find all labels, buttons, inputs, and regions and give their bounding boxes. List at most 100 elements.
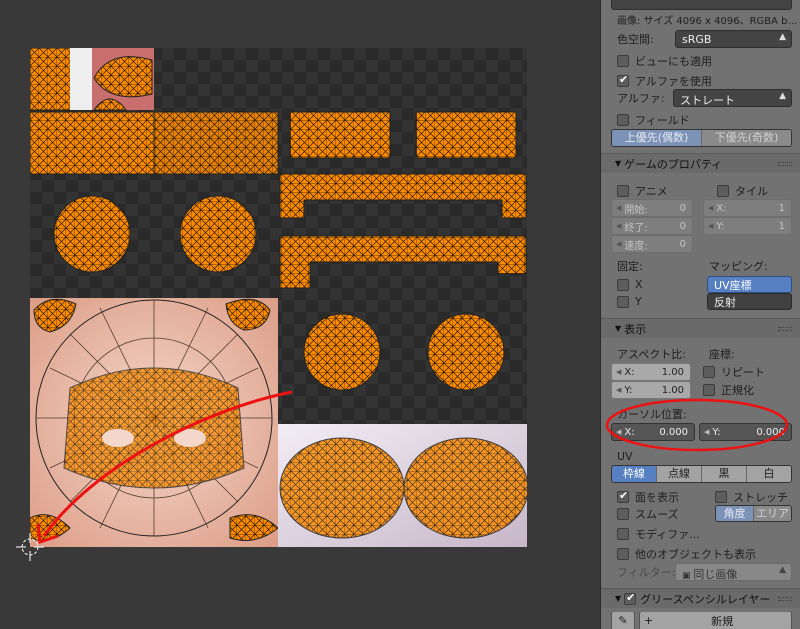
anim-end-field[interactable]: ◀ 終了: 0 — [611, 217, 693, 235]
checkbox-icon[interactable] — [617, 507, 629, 520]
fields-row[interactable]: フィールド — [617, 112, 792, 128]
tile-x-value: 1 — [778, 202, 785, 214]
stretch-mode-area[interactable]: エリア — [754, 506, 791, 521]
color-space-dropdown[interactable]: sRGB ▲ — [675, 30, 792, 48]
arrow-left-icon: ◀ — [616, 204, 622, 212]
checkbox-icon[interactable] — [617, 295, 629, 308]
checkbox-icon[interactable] — [717, 185, 729, 197]
updown-arrow-icon: ▲ — [779, 91, 786, 101]
tile-y-field[interactable]: ◀ Y: 1 — [703, 217, 792, 235]
repeat-label: リピート — [721, 366, 765, 379]
annotation-highlight-ellipse — [605, 398, 789, 452]
aspect-y-value: 1.00 — [661, 384, 684, 396]
clamp-x-row: X UV座標 — [617, 276, 792, 293]
field-order-lower[interactable]: 下優先(奇数) — [702, 130, 791, 146]
aspect-label: アスペクト比: — [617, 348, 686, 361]
color-space-value: sRGB — [682, 33, 712, 46]
tiles-label: タイル — [735, 185, 768, 198]
use-alpha-row[interactable]: アルファを使用 — [617, 73, 792, 89]
color-space-row: 色空間: sRGB ▲ — [617, 30, 792, 48]
stretch-label: ストレッチ — [733, 491, 788, 504]
checkbox-icon[interactable] — [617, 528, 629, 540]
clamp-y-label: Y — [635, 295, 642, 308]
mapping-uv-button[interactable]: UV座標 — [707, 276, 792, 293]
checkbox-icon[interactable] — [617, 548, 629, 560]
stretch-mode-selector[interactable]: 角度 エリア — [715, 505, 792, 522]
pencil-icon[interactable]: ✎ — [611, 612, 635, 629]
arrow-left-icon: ◀ — [616, 222, 622, 230]
arrow-left-icon: ◀ — [616, 368, 622, 376]
other-objects-label: 他のオブジェクトも表示 — [635, 548, 756, 561]
drag-grip-icon[interactable] — [778, 327, 792, 331]
mapping-label: マッピング: — [709, 260, 768, 273]
display-header[interactable]: ▼ 表示 — [601, 318, 800, 338]
edge-style-selector[interactable]: 枠線 点線 黒 白 — [611, 465, 792, 483]
clamp-label: 固定: — [617, 260, 643, 273]
stretch-mode-angle[interactable]: 角度 — [716, 506, 754, 521]
end-row: ◀ 終了: 0 ◀ Y: 1 — [611, 217, 792, 235]
image-info-label: 画像: サイズ 4096 x 4096、RGBA b... — [617, 12, 797, 27]
edge-style-black[interactable]: 黒 — [702, 466, 747, 482]
edge-style-white[interactable]: 白 — [747, 466, 791, 482]
edge-style-outline[interactable]: 枠線 — [612, 466, 657, 482]
uv-image-viewport[interactable] — [0, 0, 600, 629]
checkbox-icon[interactable] — [617, 185, 629, 197]
anim-start-field[interactable]: ◀ 開始: 0 — [611, 199, 693, 217]
clamp-y-row: Y 反射 — [617, 293, 792, 310]
mapping-reflect-label: 反射 — [714, 295, 736, 309]
arrow-left-icon: ◀ — [708, 204, 714, 212]
field-order-selector[interactable]: 上優先(偶数) 下優先(奇数) — [611, 129, 792, 147]
edge-style-dash[interactable]: 点線 — [657, 466, 702, 482]
game-properties-header[interactable]: ▼ ゲームのプロパティ — [601, 153, 800, 173]
speed-row: ◀ 速度: 0 — [611, 235, 792, 253]
checkbox-icon[interactable] — [715, 491, 727, 503]
grease-pencil-row: ✎ + 新規 — [611, 612, 792, 629]
tile-y-label: Y: — [716, 220, 725, 232]
start-row: ◀ 開始: 0 ◀ X: 1 — [611, 199, 792, 217]
filter-row: フィルター: ▣ 同じ画像 ▲ — [617, 563, 792, 581]
filter-dropdown[interactable]: ▣ 同じ画像 ▲ — [675, 563, 792, 581]
checkbox-icon[interactable] — [617, 73, 629, 87]
view-as-render-row[interactable]: ビューにも適用 — [617, 53, 792, 69]
field-order-upper[interactable]: 上優先(偶数) — [612, 130, 702, 146]
checkbox-icon[interactable] — [617, 278, 629, 291]
image-name-field[interactable] — [611, 0, 792, 10]
edge-style-row: 枠線 点線 黒 白 — [611, 465, 792, 483]
mapping-reflect-button[interactable]: 反射 — [707, 293, 792, 310]
alpha-label: アルファ: — [617, 92, 665, 105]
updown-arrow-icon: ▲ — [779, 32, 786, 42]
modified-label: モディファ... — [635, 528, 700, 541]
checkbox-icon[interactable] — [617, 55, 629, 67]
annotation-arrowhead — [36, 523, 59, 545]
anim-start-value: 0 — [679, 202, 686, 214]
arrow-left-icon: ◀ — [616, 386, 622, 394]
aspect-x-value: 1.00 — [661, 366, 684, 378]
tile-x-field[interactable]: ◀ X: 1 — [703, 199, 792, 217]
drag-grip-icon[interactable] — [778, 162, 792, 166]
plus-icon: + — [644, 614, 654, 627]
aspect-x-row: ◀ X: 1.00 リピート — [611, 363, 792, 381]
checkbox-icon[interactable] — [617, 489, 629, 503]
anim-speed-field[interactable]: ◀ 速度: 0 — [611, 235, 693, 253]
fields-label: フィールド — [635, 114, 690, 127]
mapping-uv-label: UV座標 — [714, 278, 752, 292]
drag-grip-icon[interactable] — [778, 597, 792, 601]
aspect-x-field[interactable]: ◀ X: 1.00 — [611, 363, 691, 381]
alpha-dropdown[interactable]: ストレート ▲ — [673, 89, 792, 107]
color-space-label: 色空間: — [617, 33, 654, 46]
grease-pencil-header[interactable]: ▼ グリースペンシルレイヤー — [601, 588, 800, 608]
new-layer-label: 新規 — [711, 614, 734, 628]
checkbox-icon[interactable] — [624, 591, 637, 605]
new-layer-button[interactable]: + 新規 — [639, 612, 792, 629]
checkbox-icon[interactable] — [703, 366, 715, 378]
anim-row[interactable]: アニメ タイル — [617, 183, 792, 199]
checkbox-icon[interactable] — [703, 384, 715, 396]
modified-row[interactable]: モディファ... — [617, 526, 792, 542]
image-properties-panel: 画像: サイズ 4096 x 4096、RGBA b... 色空間: sRGB … — [600, 0, 800, 629]
triangle-down-icon: ▼ — [615, 324, 622, 333]
annotation-arrow — [42, 390, 293, 537]
triangle-down-icon: ▼ — [615, 594, 622, 603]
checkbox-icon[interactable] — [617, 114, 629, 126]
other-objects-row[interactable]: 他のオブジェクトも表示 — [617, 546, 792, 562]
tile-x-label: X: — [716, 202, 727, 214]
